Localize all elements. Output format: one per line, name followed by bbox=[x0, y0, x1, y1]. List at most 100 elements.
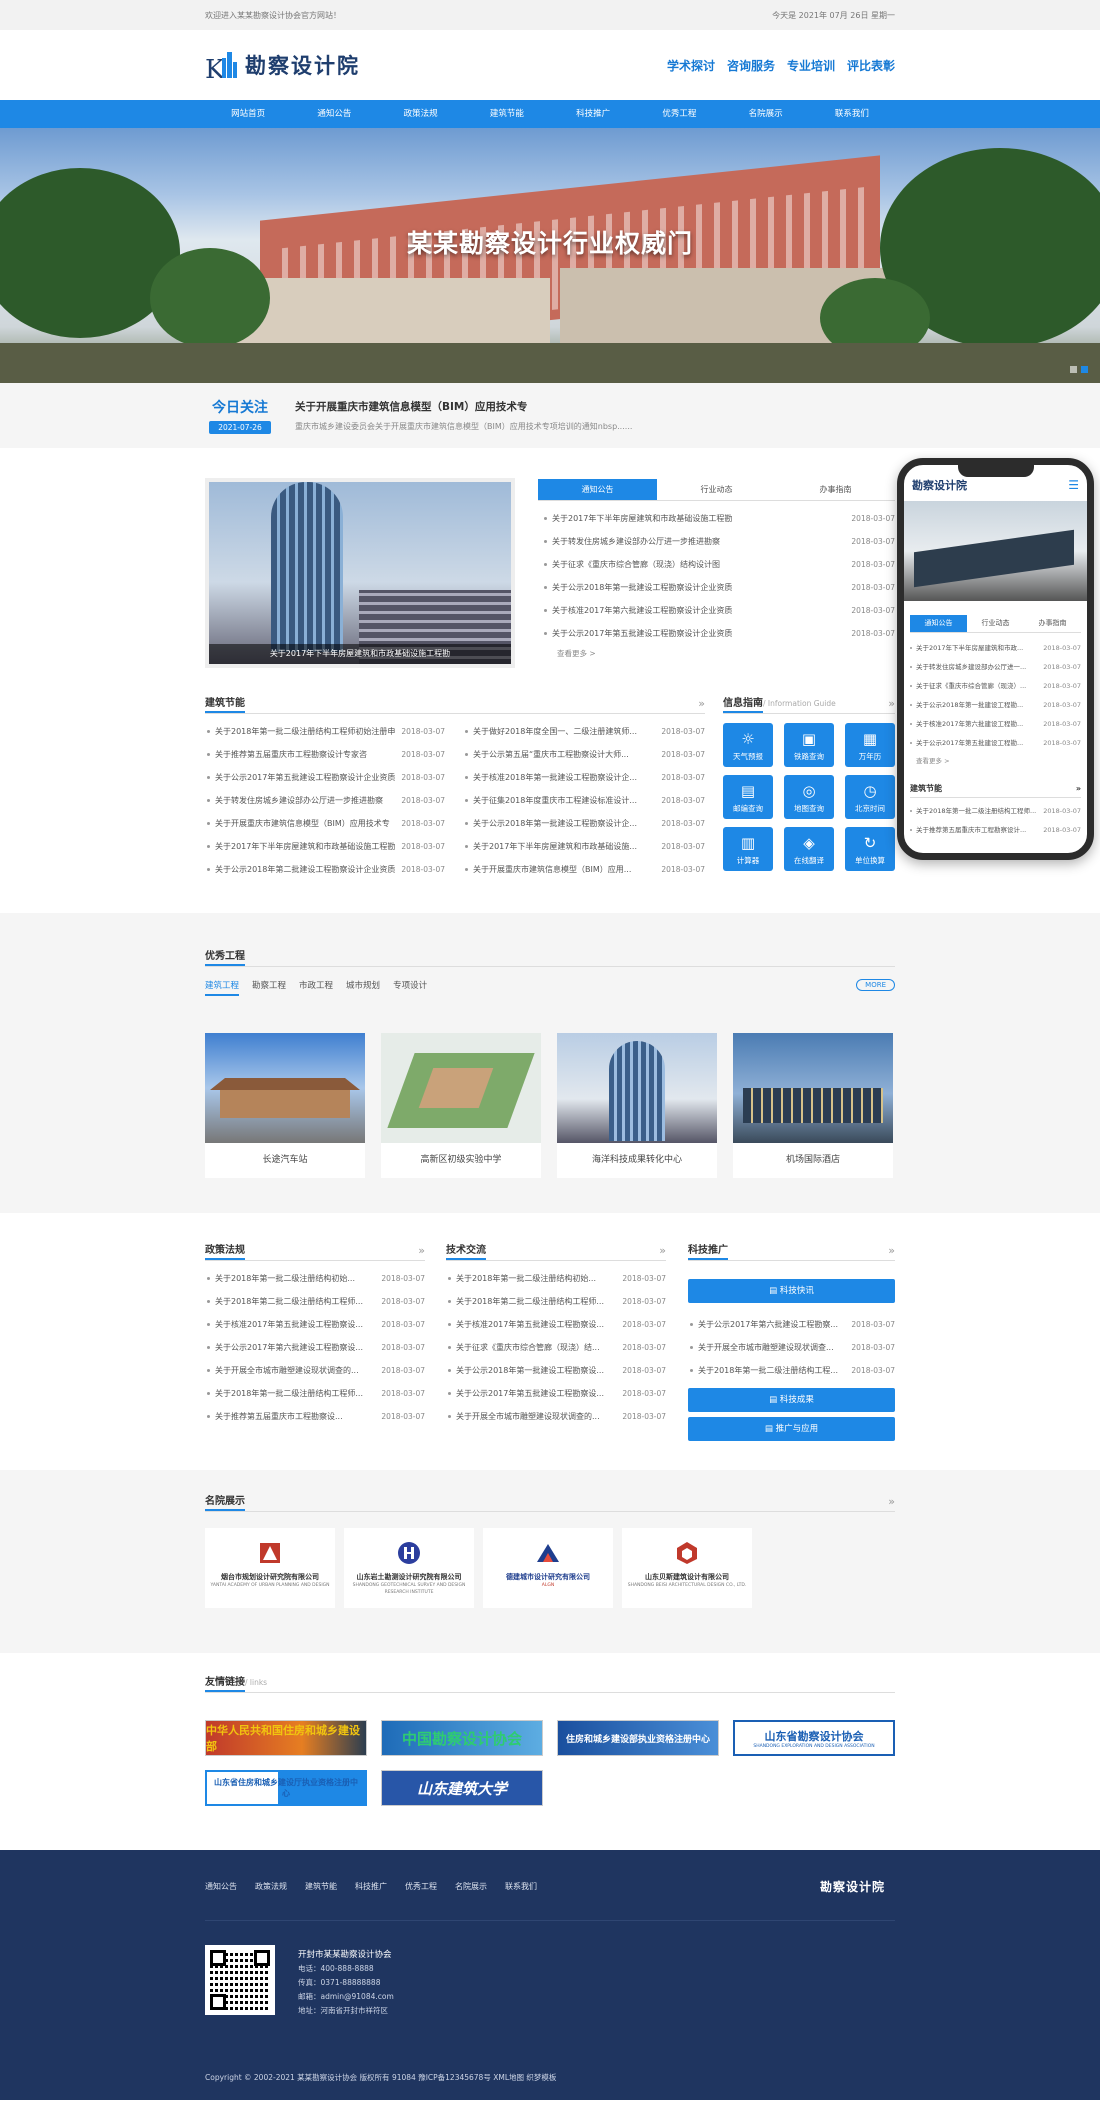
list-item-title[interactable]: 关于公示2018年第二批建设工程勘察设计企业资质 bbox=[215, 858, 395, 881]
list-item-title[interactable]: 关于核准2017年第六批建设工程勘... bbox=[916, 715, 1023, 734]
list-item-title[interactable]: 关于2018年第一批二级注册结构初始... bbox=[215, 1267, 355, 1290]
list-item-title[interactable]: 关于转发住房城乡建设部办公厅进一步推进勘察 bbox=[552, 530, 720, 553]
list-item[interactable]: 关于征求《重庆市综合管廊（现浇）结... 2018-03-07 bbox=[446, 1336, 666, 1359]
projects-more-button[interactable]: MORE bbox=[856, 979, 895, 991]
list-item[interactable]: 关于2017年下半年房屋建筑和市政基础设施... 2018-03-07 bbox=[463, 835, 705, 858]
list-item-title[interactable]: 关于开展全市城市雕塑建设现状调查的... bbox=[456, 1405, 600, 1428]
list-item[interactable]: 关于2017年下半年房屋建筑和市政基础设施工程勘 2018-03-07 bbox=[542, 507, 895, 530]
list-item-title[interactable]: 关于核准2017年第五批建设工程勘察设... bbox=[215, 1313, 363, 1336]
list-item[interactable]: 关于2018年第一批二级注册结构初始... 2018-03-07 bbox=[446, 1267, 666, 1290]
nav-item-contact[interactable]: 联系我们 bbox=[809, 100, 895, 128]
list-item-title[interactable]: 关于推荐第五届重庆市工程勘察设计... bbox=[916, 821, 1026, 840]
list-item-title[interactable]: 关于做好2018年度全国一、二级注册建筑师... bbox=[473, 720, 637, 743]
phone-tab-notices[interactable]: 通知公告 bbox=[910, 615, 967, 632]
phone-tab-guide[interactable]: 办事指南 bbox=[1024, 615, 1081, 632]
list-item[interactable]: 关于核准2017年第六批建设工程勘察设计企业资质 2018-03-07 bbox=[542, 599, 895, 622]
list-item-title[interactable]: 关于转发住房城乡建设部办公厅进一... bbox=[916, 658, 1026, 677]
header-link-awards[interactable]: 评比表彰 bbox=[847, 57, 895, 74]
list-item[interactable]: 关于核准2017年第六批建设工程勘... 2018-03-07 bbox=[904, 715, 1087, 734]
list-item-title[interactable]: 关于公示2018年第一批建设工程勘察设... bbox=[456, 1359, 604, 1382]
guide-tool-button[interactable]: ▦ 万年历 bbox=[845, 723, 895, 767]
banner-dot[interactable] bbox=[1070, 366, 1077, 373]
list-item-title[interactable]: 关于核准2018年第一批建设工程勘察设计企... bbox=[473, 766, 637, 789]
list-item[interactable]: 关于公示2017年第五批建设工程勘... 2018-03-07 bbox=[904, 734, 1087, 753]
list-item-title[interactable]: 关于核准2017年第五批建设工程勘察设... bbox=[456, 1313, 604, 1336]
list-item[interactable]: 关于征集2018年度重庆市工程建设标准设计... 2018-03-07 bbox=[463, 789, 705, 812]
list-item[interactable]: 关于公示2017年第五批建设工程勘察设计企业资质 2018-03-07 bbox=[205, 766, 445, 789]
footer-link-energy[interactable]: 建筑节能 bbox=[305, 1881, 337, 1892]
list-item[interactable]: 关于核准2018年第一批建设工程勘察设计企... 2018-03-07 bbox=[463, 766, 705, 789]
header-link-academic[interactable]: 学术探讨 bbox=[667, 57, 715, 74]
friend-link[interactable]: 山东建筑大学 bbox=[381, 1770, 543, 1806]
banner-dot-active[interactable] bbox=[1081, 366, 1088, 373]
list-item[interactable]: 关于公示2018年第一批建设工程勘... 2018-03-07 bbox=[904, 696, 1087, 715]
header-link-training[interactable]: 专业培训 bbox=[787, 57, 835, 74]
tab-survey[interactable]: 勘察工程 bbox=[252, 979, 286, 996]
list-item[interactable]: 关于公示2017年第六批建设工程勘察设... 2018-03-07 bbox=[205, 1336, 425, 1359]
list-item-title[interactable]: 关于征求《重庆市综合管廊（现浇）... bbox=[916, 677, 1026, 696]
list-item-title[interactable]: 关于公示2018年第一批建设工程勘... bbox=[916, 696, 1023, 715]
institute-card[interactable]: 山东贝斯建筑设计有限公司 SHANDONG BEISI ARCHITECTURA… bbox=[622, 1528, 752, 1608]
list-item-title[interactable]: 关于推荐第五届重庆市工程勘察设... bbox=[215, 1405, 343, 1428]
list-item-title[interactable]: 关于2017年下半年房屋建筑和市政基础设施... bbox=[473, 835, 637, 858]
list-item[interactable]: 关于核准2017年第五批建设工程勘察设... 2018-03-07 bbox=[205, 1313, 425, 1336]
list-item[interactable]: 关于2017年下半年房屋建筑和市政... 2018-03-07 bbox=[904, 639, 1087, 658]
guide-tool-button[interactable]: ◈ 在线翻译 bbox=[784, 827, 834, 871]
tab-industry[interactable]: 行业动态 bbox=[657, 479, 776, 500]
double-chevron-right-icon[interactable]: » bbox=[888, 1495, 895, 1508]
double-chevron-right-icon[interactable]: » bbox=[1076, 781, 1081, 797]
guide-tool-button[interactable]: ▥ 计算器 bbox=[723, 827, 773, 871]
list-item[interactable]: 关于公示2018年第一批建设工程勘察设计企业资质 2018-03-07 bbox=[542, 576, 895, 599]
list-item-title[interactable]: 关于推荐第五届重庆市工程勘察设计专家咨 bbox=[215, 743, 367, 766]
list-item[interactable]: 关于公示第五届“重庆市工程勘察设计大师... 2018-03-07 bbox=[463, 743, 705, 766]
guide-tool-button[interactable]: ◎ 地图查询 bbox=[784, 775, 834, 819]
list-item[interactable]: 关于公示2017年第五批建设工程勘察设计企业资质 2018-03-07 bbox=[542, 622, 895, 645]
list-item[interactable]: 关于2018年第二批二级注册结构工程师... 2018-03-07 bbox=[205, 1290, 425, 1313]
list-item-title[interactable]: 关于征集2018年度重庆市工程建设标准设计... bbox=[473, 789, 637, 812]
footer-link-policy[interactable]: 政策法规 bbox=[255, 1881, 287, 1892]
tab-municipal[interactable]: 市政工程 bbox=[299, 979, 333, 996]
news-more-link[interactable]: 查看更多 > bbox=[557, 648, 596, 659]
list-item[interactable]: 关于推荐第五届重庆市工程勘察设计专家咨 2018-03-07 bbox=[205, 743, 445, 766]
list-item[interactable]: 关于转发住房城乡建设部办公厅进一步推进勘察 2018-03-07 bbox=[542, 530, 895, 553]
nav-item-institutes[interactable]: 名院展示 bbox=[723, 100, 809, 128]
list-item[interactable]: 关于开展重庆市建筑信息模型（BIM）应用... 2018-03-07 bbox=[463, 858, 705, 881]
nav-item-home[interactable]: 网站首页 bbox=[205, 100, 291, 128]
double-chevron-right-icon[interactable]: » bbox=[659, 1244, 666, 1257]
project-card[interactable]: 长途汽车站 bbox=[205, 1033, 365, 1178]
list-item[interactable]: 关于推荐第五届重庆市工程勘察设计... 2018-03-07 bbox=[904, 821, 1087, 840]
list-item-title[interactable]: 关于转发住房城乡建设部办公厅进一步推进勘察 bbox=[215, 789, 383, 812]
tab-guide[interactable]: 办事指南 bbox=[776, 479, 895, 500]
list-item-title[interactable]: 关于公示2017年第五批建设工程勘察设计企业资质 bbox=[552, 622, 732, 645]
project-card[interactable]: 海洋科技成果转化中心 bbox=[557, 1033, 717, 1178]
list-item-title[interactable]: 关于公示2017年第五批建设工程勘察设计企业资质 bbox=[215, 766, 395, 789]
friend-link[interactable]: 住房和城乡建设部执业资格注册中心 bbox=[557, 1720, 719, 1756]
list-item[interactable]: 关于征求《重庆市综合管廊（现浇）结构设计图 2018-03-07 bbox=[542, 553, 895, 576]
list-item-title[interactable]: 关于2018年第一批二级注册结构工程... bbox=[698, 1359, 838, 1382]
list-item[interactable]: 关于开展重庆市建筑信息模型（BIM）应用技术专 2018-03-07 bbox=[205, 812, 445, 835]
footer-link-institutes[interactable]: 名院展示 bbox=[455, 1881, 487, 1892]
list-item-title[interactable]: 关于2018年第二批二级注册结构工程师... bbox=[456, 1290, 604, 1313]
list-item[interactable]: 关于2017年下半年房屋建筑和市政基础设施工程勘 2018-03-07 bbox=[205, 835, 445, 858]
list-item-title[interactable]: 关于2018年第一批二级注册结构初始... bbox=[456, 1267, 596, 1290]
tech-results-button[interactable]: ▤ 科技成果 bbox=[688, 1388, 895, 1412]
institute-card[interactable]: 德建城市设计研究有限公司 ALGN bbox=[483, 1528, 613, 1608]
list-item-title[interactable]: 关于公示2018年第一批建设工程勘察设计企业资质 bbox=[552, 576, 732, 599]
friend-link[interactable]: 中国勘察设计协会 bbox=[381, 1720, 543, 1756]
nav-item-policy[interactable]: 政策法规 bbox=[378, 100, 464, 128]
list-item[interactable]: 关于2018年第一批二级注册结构初始... 2018-03-07 bbox=[205, 1267, 425, 1290]
list-item-title[interactable]: 关于2018年第一批二级注册结构工程师... bbox=[215, 1382, 363, 1405]
list-item-title[interactable]: 关于征求《重庆市综合管廊（现浇）结... bbox=[456, 1336, 600, 1359]
news-image[interactable]: 关于2017年下半年房屋建筑和市政基础设施工程勘 bbox=[205, 478, 515, 668]
footer-link-notices[interactable]: 通知公告 bbox=[205, 1881, 237, 1892]
list-item[interactable]: 关于开展全市城市雕塑建设现状调查... 2018-03-07 bbox=[688, 1336, 895, 1359]
nav-item-projects[interactable]: 优秀工程 bbox=[636, 100, 722, 128]
list-item-title[interactable]: 关于2017年下半年房屋建筑和市政基础设施工程勘 bbox=[552, 507, 732, 530]
guide-tool-button[interactable]: ▤ 邮编查询 bbox=[723, 775, 773, 819]
tab-architecture[interactable]: 建筑工程 bbox=[205, 979, 240, 996]
list-item[interactable]: 关于公示2018年第一批建设工程勘察设... 2018-03-07 bbox=[446, 1359, 666, 1382]
list-item[interactable]: 关于公示2018年第一批建设工程勘察设计企... 2018-03-07 bbox=[463, 812, 705, 835]
list-item[interactable]: 关于公示2018年第二批建设工程勘察设计企业资质 2018-03-07 bbox=[205, 858, 445, 881]
list-item-title[interactable]: 关于公示2017年第六批建设工程勘察设... bbox=[215, 1336, 363, 1359]
friend-link[interactable]: 山东省勘察设计协会 SHANDONG EXPLORATION AND DESIGN… bbox=[733, 1720, 895, 1756]
